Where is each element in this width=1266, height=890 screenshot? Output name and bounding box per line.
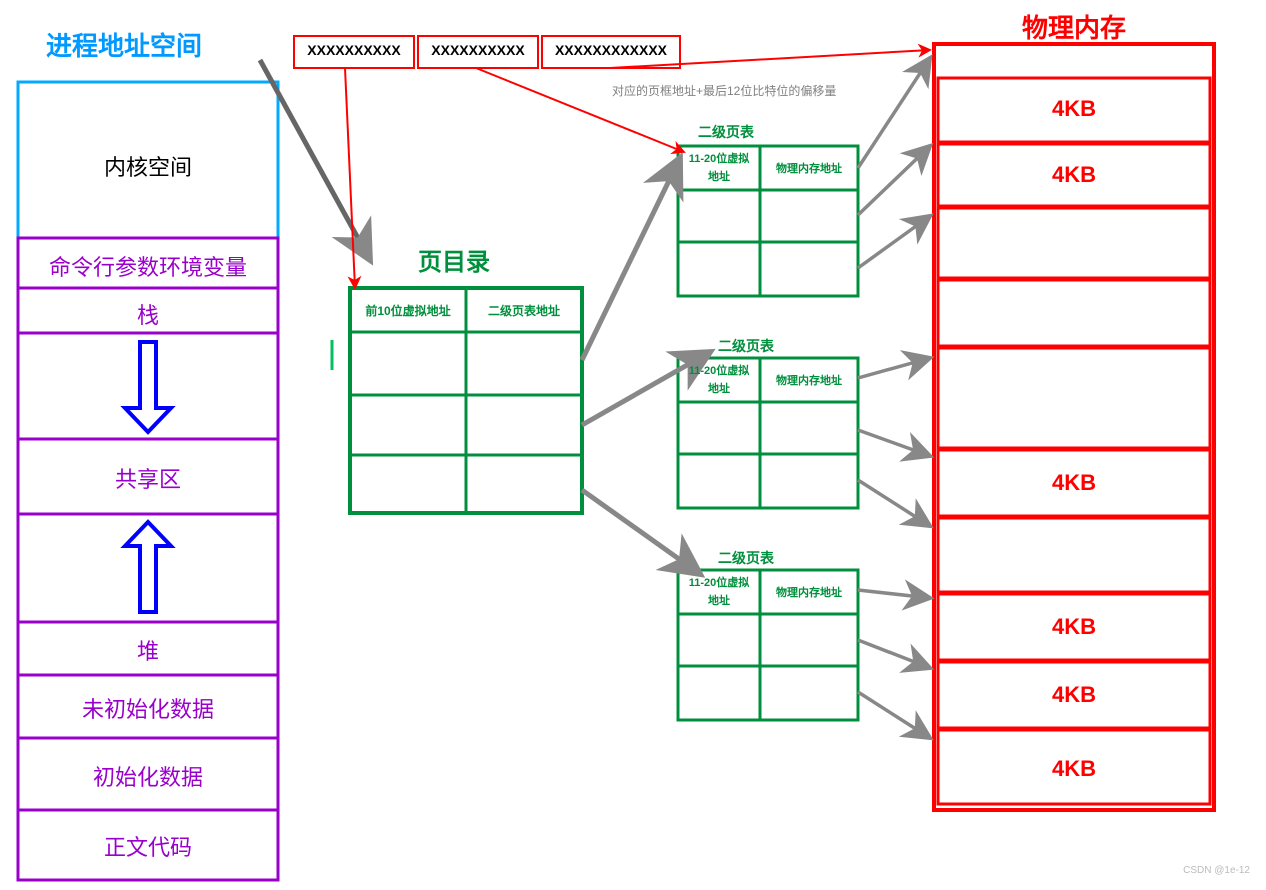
phys-frame-1: 4KB — [938, 96, 1210, 122]
seg-text: 正文代码 — [18, 830, 278, 862]
l2a-h1-bot: 地址 — [678, 168, 760, 184]
phys-frame-6: 4KB — [938, 470, 1210, 496]
l2b-h1-top: 11-20位虚拟 — [678, 362, 760, 378]
note-offset: 对应的页框地址+最后12位比特位的偏移量 — [612, 82, 836, 99]
seg-shared: 共享区 — [18, 462, 278, 494]
phys-frame-10: 4KB — [938, 756, 1210, 782]
title-l2-c: 二级页表 — [718, 548, 774, 568]
title-physical-memory: 物理内存 — [1022, 8, 1126, 45]
seg-data: 初始化数据 — [18, 760, 278, 792]
title-l2-a: 二级页表 — [698, 122, 754, 142]
seg-stack: 栈 — [18, 298, 278, 330]
l2c-h2: 物理内存地址 — [760, 584, 858, 600]
phys-frame-8: 4KB — [938, 614, 1210, 640]
title-l2-b: 二级页表 — [718, 336, 774, 356]
addr-bits-2: XXXXXXXXXX — [418, 42, 538, 58]
l2a-h1-top: 11-20位虚拟 — [678, 150, 760, 166]
pagedir-h1: 前10位虚拟地址 — [350, 302, 466, 319]
seg-kernel: 内核空间 — [18, 150, 278, 182]
title-process-address-space: 进程地址空间 — [46, 26, 202, 63]
phys-frame-2: 4KB — [938, 162, 1210, 188]
addr-bits-3: XXXXXXXXXXXX — [542, 42, 680, 58]
l2b-h1-bot: 地址 — [678, 380, 760, 396]
seg-heap: 堆 — [18, 634, 278, 666]
addr-bits-1: XXXXXXXXXX — [294, 42, 414, 58]
phys-frame-9: 4KB — [938, 682, 1210, 708]
l2c-h1-bot: 地址 — [678, 592, 760, 608]
l2c-h1-top: 11-20位虚拟 — [678, 574, 760, 590]
seg-bss: 未初始化数据 — [18, 692, 278, 724]
title-page-directory: 页目录 — [418, 242, 490, 277]
watermark: CSDN @1e-12 — [1183, 865, 1250, 876]
l2b-h2: 物理内存地址 — [760, 372, 858, 388]
pagedir-h2: 二级页表地址 — [466, 302, 582, 319]
seg-env: 命令行参数环境变量 — [18, 250, 278, 282]
l2a-h2: 物理内存地址 — [760, 160, 858, 176]
